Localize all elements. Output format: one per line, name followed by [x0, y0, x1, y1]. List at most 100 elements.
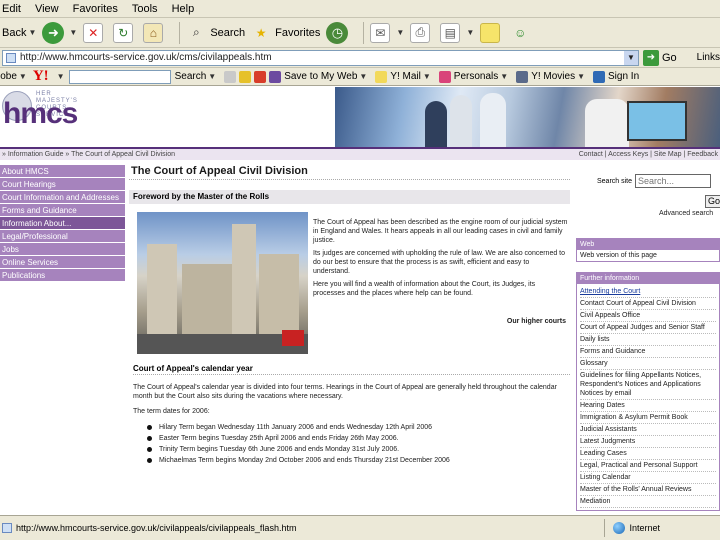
mail-button[interactable]: ✉ ▼ — [370, 22, 404, 43]
nav-court-information[interactable]: Court Information and Addresses — [0, 191, 125, 204]
utility-links[interactable]: Contact | Access Keys | Site Map | Feedb… — [579, 151, 718, 158]
pencil-icon[interactable] — [239, 70, 252, 83]
highlight-icon[interactable] — [224, 70, 237, 83]
sign-in-button[interactable]: Sign In — [593, 70, 639, 83]
personals-button[interactable]: Personals ▼ — [438, 70, 508, 83]
breadcrumb: » Information Guide » The Court of Appea… — [0, 149, 720, 160]
antispy-icon[interactable] — [254, 70, 267, 83]
info-link[interactable]: Hearing Dates — [580, 400, 716, 412]
page-title: The Court of Appeal Civil Division — [129, 165, 570, 180]
refresh-icon: ↻ — [113, 22, 134, 43]
nav-about-hmcs[interactable]: About HMCS — [0, 165, 125, 178]
menu-view[interactable]: View — [35, 3, 59, 15]
web-version-link[interactable]: Web version of this page — [577, 250, 719, 261]
site-search-input[interactable] — [635, 174, 712, 188]
term-item: Easter Term begins Tuesday 25th April 20… — [147, 433, 570, 444]
edit-button[interactable]: ▤ ▼ — [440, 22, 474, 43]
info-link[interactable]: Legal, Practical and Personal Support — [580, 460, 716, 472]
menu-tools[interactable]: Tools — [132, 3, 158, 15]
info-link[interactable]: Court of Appeal Judges and Senior Staff — [580, 322, 716, 334]
forward-button[interactable]: ➜ ▼ — [42, 21, 77, 44]
search-label: Search — [210, 26, 246, 39]
info-link[interactable]: Civil Appeals Office — [580, 310, 716, 322]
further-information-list: Attending the Court Contact Court of App… — [577, 284, 719, 510]
yahoo-search-label: Search — [174, 71, 207, 82]
info-link[interactable]: Contact Court of Appeal Civil Division — [580, 298, 716, 310]
chevron-down-icon[interactable]: ▼ — [623, 50, 638, 65]
term-item: Trinity Term begins Tuesday 6th June 200… — [147, 444, 570, 455]
term-item: Michaelmas Term begins Monday 2nd Octobe… — [147, 455, 570, 466]
info-link[interactable]: Judicial Assistants — [580, 424, 716, 436]
chevron-down-icon[interactable]: ▼ — [19, 72, 27, 81]
address-bar: http://www.hmcourts-service.gov.uk/cms/c… — [0, 48, 720, 68]
address-input[interactable]: http://www.hmcourts-service.gov.uk/cms/c… — [2, 49, 639, 66]
info-link[interactable]: Glossary — [580, 358, 716, 370]
yahoo-search-button[interactable]: Search ▼ — [175, 71, 217, 82]
adobe-label[interactable]: Adobe — [0, 71, 17, 82]
menu-edit[interactable]: Edit — [2, 3, 21, 15]
yahoo-logo[interactable]: Y! — [33, 68, 49, 85]
info-link[interactable]: Leading Cases — [580, 448, 716, 460]
info-link[interactable]: Daily lists — [580, 334, 716, 346]
site-search-go-button[interactable]: Go — [705, 195, 720, 208]
site-search: Search site — [576, 174, 720, 188]
nav-online-services[interactable]: Online Services — [0, 256, 125, 269]
building-tower — [147, 244, 177, 334]
favorites-button[interactable]: ★ Favorites — [251, 23, 321, 43]
messenger-icon: ☺ — [514, 25, 527, 40]
nav-information-about[interactable]: Information About... — [0, 217, 125, 230]
links-label[interactable]: Links — [697, 52, 720, 63]
search-label: Search site — [597, 177, 633, 185]
yahoo-movies-button[interactable]: Y! Movies ▼ — [516, 70, 585, 83]
nav-court-hearings[interactable]: Court Hearings — [0, 178, 125, 191]
nav-legal-professional[interactable]: Legal/Professional — [0, 230, 125, 243]
messenger-button[interactable]: ☺ — [510, 23, 534, 43]
term-intro: The term dates for 2006: — [133, 408, 210, 415]
print-button[interactable]: ⎙ — [410, 22, 434, 43]
info-link[interactable]: Forms and Guidance — [580, 346, 716, 358]
info-link[interactable]: Latest Judgments — [580, 436, 716, 448]
info-link[interactable]: Listing Calendar — [580, 472, 716, 484]
info-link[interactable]: Mediation — [580, 496, 716, 508]
person-figure — [450, 95, 472, 147]
menu-help[interactable]: Help — [172, 3, 195, 15]
go-button[interactable]: ➜ Go — [642, 49, 677, 66]
notes-button[interactable] — [480, 22, 504, 43]
breadcrumb-text[interactable]: » Information Guide » The Court of Appea… — [2, 151, 175, 158]
search-button[interactable]: ⌕ Search — [186, 23, 245, 43]
higher-courts-link[interactable]: Our higher courts — [507, 318, 566, 325]
info-link[interactable]: Guidelines for filing Appellants Notices… — [580, 370, 716, 400]
menu-favorites[interactable]: Favorites — [73, 3, 118, 15]
stop-button[interactable]: ✕ — [83, 22, 107, 43]
person-figure — [480, 93, 506, 147]
foreword-header: Foreword by the Master of the Rolls — [129, 190, 570, 204]
nav-jobs[interactable]: Jobs — [0, 243, 125, 256]
foreword-paragraph: Here you will find a wealth of informati… — [313, 281, 536, 297]
nav-publications[interactable]: Publications — [0, 269, 125, 282]
favorites-label: Favorites — [275, 26, 321, 39]
info-link[interactable]: Immigration & Asylum Permit Book — [580, 412, 716, 424]
site-banner: HER MAJESTY'S COURTS SERVICE hmcs — [0, 87, 720, 147]
chevron-down-icon[interactable]: ▼ — [57, 72, 65, 81]
back-label: Back — [2, 26, 27, 39]
save-label: Save to My Web — [284, 71, 358, 82]
person-figure — [585, 99, 629, 147]
chevron-down-icon: ▼ — [208, 72, 217, 81]
movies-label: Y! Movies — [531, 71, 576, 82]
refresh-button[interactable]: ↻ — [113, 22, 137, 43]
save-to-my-web-button[interactable]: Save to My Web ▼ — [269, 70, 367, 83]
personals-label: Personals — [453, 71, 499, 82]
info-link[interactable]: Master of the Rolls' Annual Reviews — [580, 484, 716, 496]
hmcs-logo[interactable]: HER MAJESTY'S COURTS SERVICE hmcs — [0, 87, 335, 147]
advanced-search-link[interactable]: Advanced search — [659, 210, 713, 217]
back-button[interactable]: Back ▼ — [2, 27, 36, 39]
history-button[interactable]: ◷ — [326, 21, 351, 44]
mail-label: Y! Mail — [390, 71, 421, 82]
calendar-text: The Court of Appeal's calendar year is d… — [133, 384, 557, 400]
yahoo-mail-button[interactable]: Y! Mail ▼ — [375, 70, 431, 83]
yahoo-search-input[interactable] — [68, 69, 171, 84]
nav-forms-guidance[interactable]: Forms and Guidance — [0, 204, 125, 217]
building-tower — [182, 264, 232, 334]
info-link[interactable]: Attending the Court — [580, 286, 716, 298]
home-button[interactable]: ⌂ — [143, 22, 167, 43]
